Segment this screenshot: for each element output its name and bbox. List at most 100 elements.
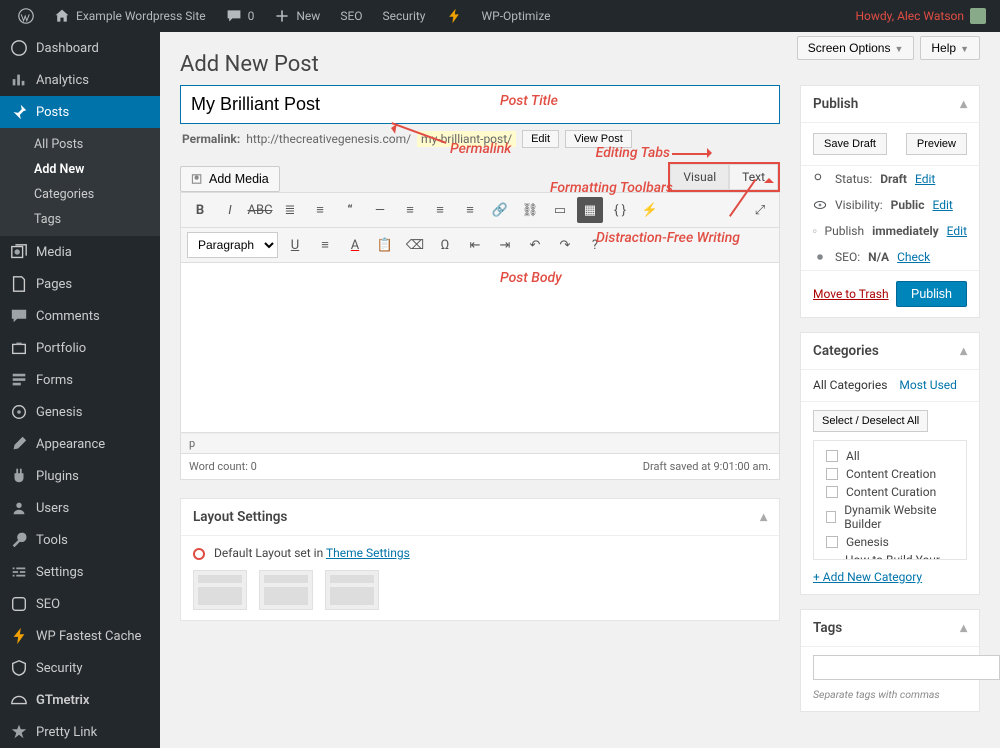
code-button[interactable]: { } — [607, 197, 633, 223]
sidebar-item-portfolio[interactable]: Portfolio — [0, 332, 160, 364]
bold-button[interactable]: B — [187, 197, 213, 223]
clear-format-button[interactable]: ⌫ — [402, 232, 428, 258]
italic-button[interactable]: I — [217, 197, 243, 223]
chevron-up-icon[interactable]: ▴ — [760, 509, 767, 525]
paste-text-button[interactable]: 📋 — [372, 232, 398, 258]
chevron-up-icon[interactable]: ▴ — [960, 343, 967, 359]
submenu-all-posts[interactable]: All Posts — [0, 132, 160, 157]
save-draft-button[interactable]: Save Draft — [813, 133, 887, 155]
textcolor-button[interactable]: A — [342, 232, 368, 258]
submenu-categories[interactable]: Categories — [0, 182, 160, 207]
screen-options-button[interactable]: Screen Options▼ — [797, 36, 915, 60]
sidebar-item-seo[interactable]: SEO — [0, 588, 160, 620]
sidebar-item-wpfc[interactable]: WP Fastest Cache — [0, 620, 160, 652]
checkbox[interactable] — [826, 468, 838, 480]
sidebar-item-appearance[interactable]: Appearance — [0, 428, 160, 460]
sidebar-item-tools[interactable]: Tools — [0, 524, 160, 556]
post-title-input[interactable] — [180, 85, 780, 124]
align-left-button[interactable]: ≡ — [397, 197, 423, 223]
help-button[interactable]: Help▼ — [920, 36, 980, 60]
checkbox[interactable] — [826, 511, 836, 523]
sidebar-item-security[interactable]: Security — [0, 652, 160, 684]
align-center-button[interactable]: ≡ — [427, 197, 453, 223]
tab-visual[interactable]: Visual — [670, 164, 729, 190]
publish-button[interactable]: Publish — [896, 281, 967, 307]
security-item[interactable]: Security — [373, 0, 436, 32]
checkbox[interactable] — [826, 450, 838, 462]
howdy-user[interactable]: Howdy, Alec Watson — [845, 0, 992, 32]
unlink-button[interactable]: ⛓ — [517, 197, 543, 223]
edit-status-link[interactable]: Edit — [915, 172, 935, 186]
shield-icon — [10, 659, 28, 677]
link-button[interactable]: 🔗 — [487, 197, 513, 223]
submenu-tags[interactable]: Tags — [0, 207, 160, 232]
sidebar-item-comments[interactable]: Comments — [0, 300, 160, 332]
bullet-list-button[interactable]: ≣ — [277, 197, 303, 223]
edit-schedule-link[interactable]: Edit — [947, 224, 967, 238]
tag-input[interactable] — [813, 655, 1000, 680]
sidebar-item-settings[interactable]: Settings — [0, 556, 160, 588]
readmore-button[interactable]: ▭ — [547, 197, 573, 223]
sidebar-item-users[interactable]: Users — [0, 492, 160, 524]
sidebar-item-genesis[interactable]: Genesis — [0, 396, 160, 428]
seo-item[interactable]: SEO — [330, 0, 372, 32]
radio-icon[interactable] — [193, 548, 205, 560]
layout-option[interactable] — [259, 570, 313, 610]
preview-button[interactable]: Preview — [906, 133, 967, 155]
align-right-button[interactable]: ≡ — [457, 197, 483, 223]
editor-body[interactable] — [180, 263, 780, 433]
select-deselect-button[interactable]: Select / Deselect All — [813, 410, 928, 432]
redo-button[interactable]: ↷ — [552, 232, 578, 258]
undo-button[interactable]: ↶ — [522, 232, 548, 258]
justify-button[interactable]: ≡ — [312, 232, 338, 258]
sidebar-item-forms[interactable]: Forms — [0, 364, 160, 396]
fullscreen-button[interactable]: ⤢ — [747, 197, 773, 223]
layout-option[interactable] — [193, 570, 247, 610]
checkbox[interactable] — [826, 536, 838, 548]
permalink-slug[interactable]: my-brilliant-post/ — [417, 131, 516, 147]
format-select[interactable]: Paragraph — [187, 232, 278, 258]
shortcode-button[interactable]: ⚡ — [637, 197, 663, 223]
edit-visibility-link[interactable]: Edit — [932, 198, 952, 212]
sidebar-item-prettylink[interactable]: Pretty Link — [0, 716, 160, 748]
underline-button[interactable]: U — [282, 232, 308, 258]
sidebar-item-posts[interactable]: Posts — [0, 96, 160, 128]
special-char-button[interactable]: Ω — [432, 232, 458, 258]
hr-button[interactable]: ― — [367, 197, 393, 223]
wp-logo[interactable] — [8, 0, 44, 32]
indent-button[interactable]: ⇥ — [492, 232, 518, 258]
outdent-button[interactable]: ⇤ — [462, 232, 488, 258]
number-list-button[interactable]: ≡ — [307, 197, 333, 223]
gauge-icon — [10, 691, 28, 709]
cache-item[interactable] — [436, 0, 472, 32]
view-post-button[interactable]: View Post — [565, 130, 632, 148]
seo-check-link[interactable]: Check — [897, 250, 930, 264]
new-content[interactable]: New — [264, 0, 330, 32]
chevron-up-icon[interactable]: ▴ — [960, 620, 967, 636]
add-category-link[interactable]: + Add New Category — [801, 564, 979, 594]
wpo-item[interactable]: WP-Optimize — [472, 0, 561, 32]
help-button[interactable]: ? — [582, 232, 608, 258]
toolbar-toggle-button[interactable]: ▦ — [577, 197, 603, 223]
layout-option[interactable] — [325, 570, 379, 610]
sidebar-item-media[interactable]: Media — [0, 236, 160, 268]
permalink-edit-button[interactable]: Edit — [522, 130, 559, 148]
strike-button[interactable]: ABC — [247, 197, 273, 223]
quote-button[interactable]: “ — [337, 197, 363, 223]
tab-all-categories[interactable]: All Categories — [813, 370, 887, 401]
move-to-trash-link[interactable]: Move to Trash — [813, 287, 889, 301]
chevron-up-icon[interactable]: ▴ — [960, 96, 967, 112]
sidebar-item-pages[interactable]: Pages — [0, 268, 160, 300]
site-name[interactable]: Example Wordpress Site — [44, 0, 216, 32]
sidebar-item-gtmetrix[interactable]: GTmetrix — [0, 684, 160, 716]
comments-count[interactable]: 0 — [216, 0, 265, 32]
sidebar-item-analytics[interactable]: Analytics — [0, 64, 160, 96]
add-media-button[interactable]: Add Media — [180, 166, 280, 192]
theme-settings-link[interactable]: Theme Settings — [326, 546, 410, 560]
submenu-add-new[interactable]: Add New — [0, 157, 160, 182]
tab-text[interactable]: Text — [729, 164, 778, 190]
tab-most-used[interactable]: Most Used — [899, 370, 957, 401]
sidebar-item-dashboard[interactable]: Dashboard — [0, 32, 160, 64]
sidebar-item-plugins[interactable]: Plugins — [0, 460, 160, 492]
checkbox[interactable] — [826, 486, 838, 498]
